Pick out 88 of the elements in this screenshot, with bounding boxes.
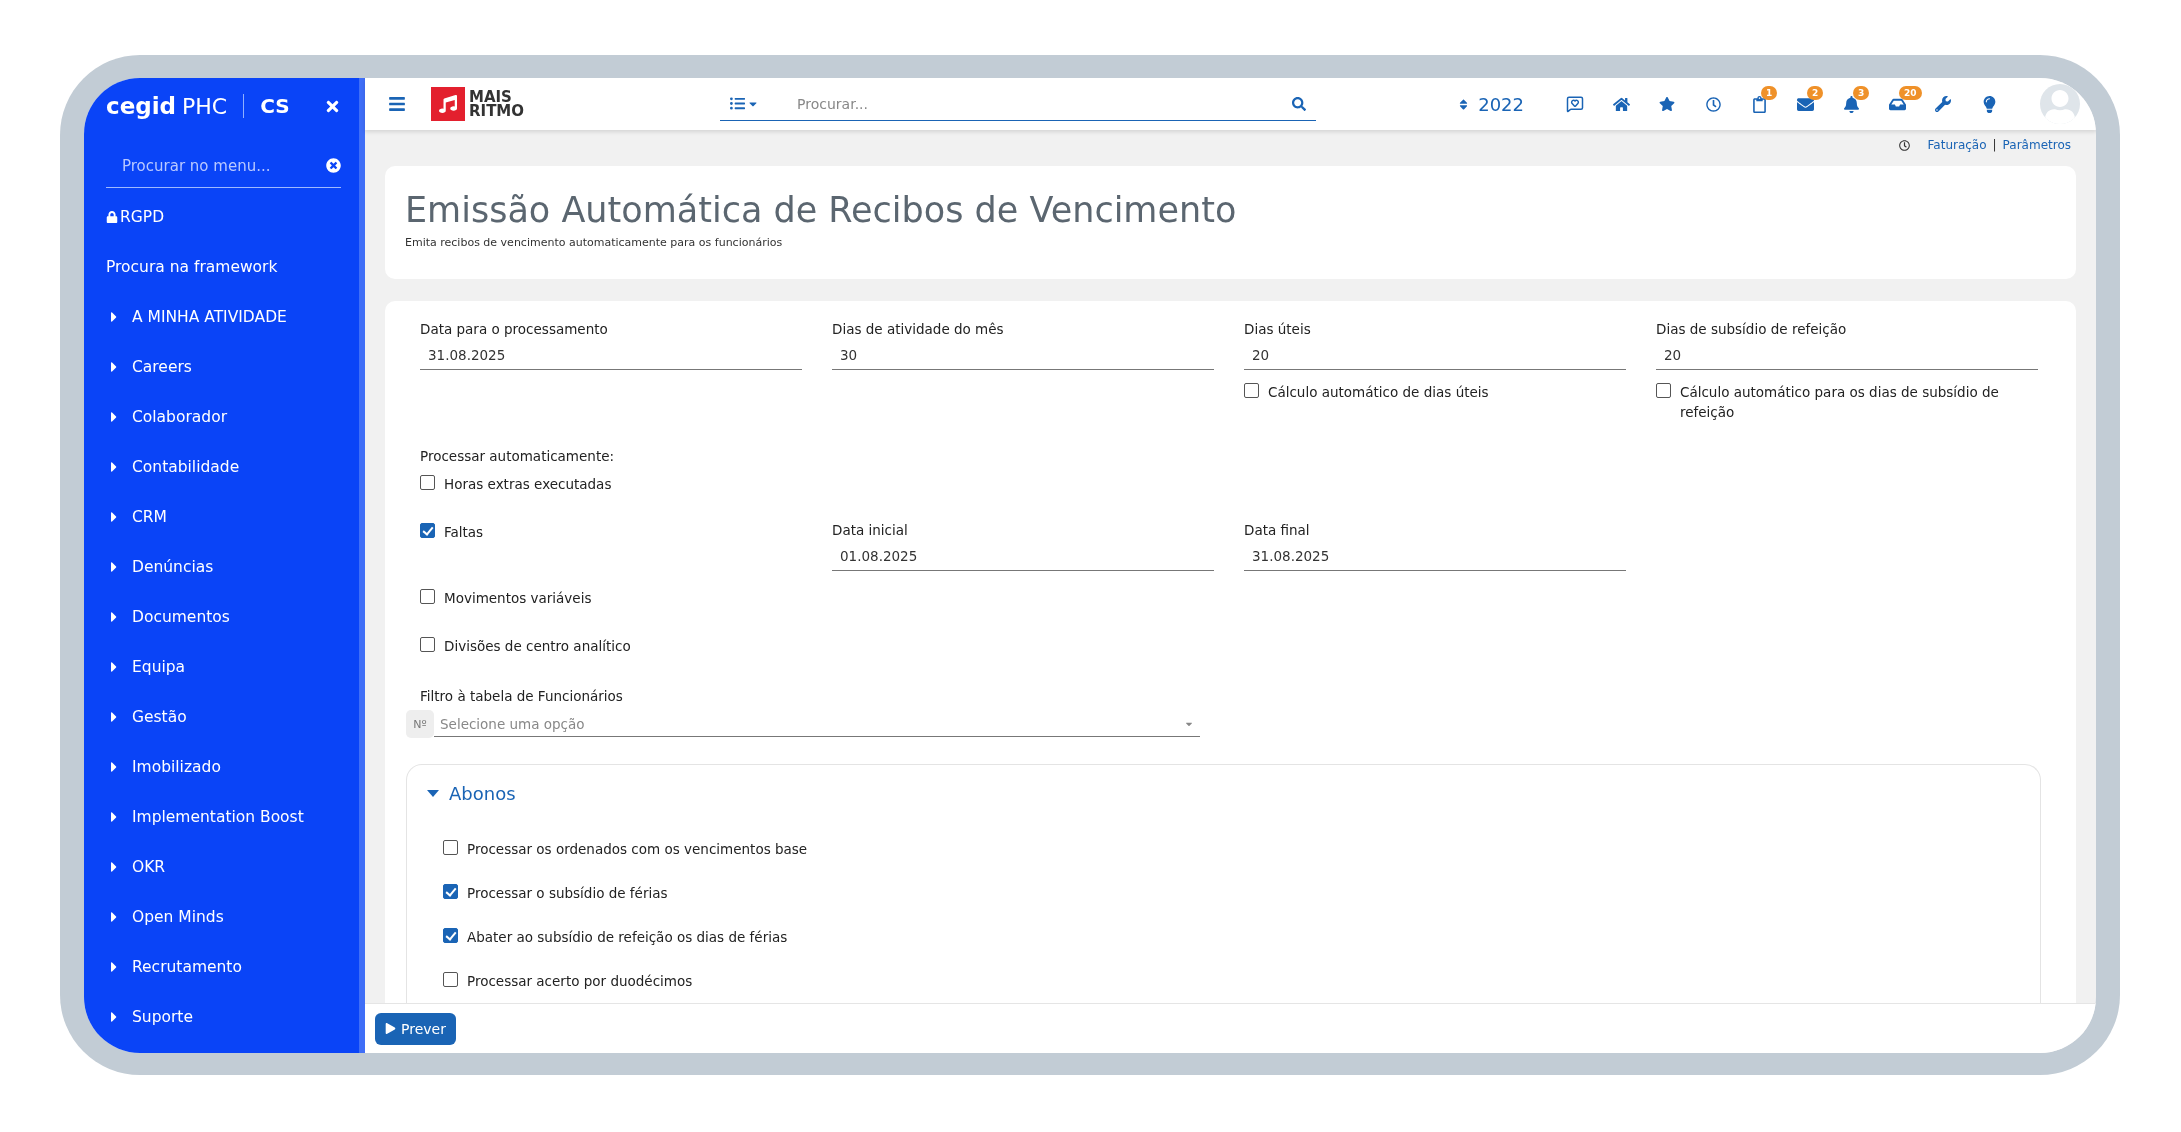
brand-edition: CS <box>260 94 291 118</box>
count-badge: 20 <box>1899 86 1922 100</box>
menu-item[interactable]: A MINHA ATIVIDADE <box>106 292 359 342</box>
clear-icon[interactable] <box>326 158 341 173</box>
menu-item[interactable]: Implementation Boost <box>106 792 359 842</box>
select-field[interactable]: Selecione uma opção <box>434 711 1200 737</box>
wrench-icon[interactable] <box>1935 96 1951 112</box>
menu-item[interactable]: Recrutamento <box>106 942 359 992</box>
user-silhouette-icon <box>2043 90 2077 124</box>
input-field[interactable]: 31.08.2025 <box>1244 540 1626 571</box>
menu-item[interactable]: Colaborador <box>106 392 359 442</box>
menu-item[interactable]: Contabilidade <box>106 442 359 492</box>
page-title: Emissão Automática de Recibos de Vencimento <box>405 190 1238 230</box>
music-note-icon <box>431 87 465 121</box>
checkbox[interactable] <box>443 840 458 855</box>
list-icon <box>730 96 746 111</box>
checkbox-label: Faltas <box>444 523 484 542</box>
checkbox[interactable] <box>443 972 458 987</box>
logo-text: MAIS RITMO <box>469 90 525 118</box>
number-prefix: Nº <box>406 710 434 738</box>
breadcrumb-link[interactable]: Faturação <box>1927 138 1987 152</box>
year-selector[interactable]: 2022 <box>1472 92 1530 116</box>
checkbox[interactable] <box>420 637 435 652</box>
count-badge: 1 <box>1761 86 1778 100</box>
brand-product: PHC <box>182 93 228 119</box>
checkbox-label: Processar o subsídio de férias <box>467 884 668 903</box>
count-badge: 2 <box>1807 86 1824 100</box>
breadcrumb-separator: | <box>1992 138 1997 152</box>
menu-item[interactable]: Careers <box>106 342 359 392</box>
menu-item[interactable]: CRM <box>106 492 359 542</box>
menu-item[interactable]: Denúncias <box>106 542 359 592</box>
menu-item[interactable]: Gestão <box>106 692 359 742</box>
menu-search-field[interactable]: Procurar no menu... <box>120 155 326 176</box>
checkbox-label: Divisões de centro analítico <box>444 637 631 656</box>
menu-item[interactable]: Documentos <box>106 592 359 642</box>
clock-icon[interactable] <box>1705 96 1721 112</box>
checkbox[interactable] <box>1244 383 1259 398</box>
lock-icon <box>106 211 118 223</box>
section-header[interactable]: Abonos <box>427 783 516 804</box>
caret-icon <box>427 790 439 797</box>
menu-item[interactable]: Imobilizado <box>106 742 359 792</box>
checkbox[interactable] <box>1656 383 1671 398</box>
input-field[interactable]: 20 <box>1244 339 1626 370</box>
field-label: Data inicial <box>832 522 909 538</box>
checkbox-label: Cálculo automático de dias úteis <box>1268 383 1489 402</box>
count-badge: 3 <box>1853 86 1870 100</box>
input-field[interactable]: 30 <box>832 339 1214 370</box>
checkbox-label: Cálculo automático para os dias de subsídio de refeição <box>1680 383 2000 422</box>
menu-item[interactable]: Equipa <box>106 642 359 692</box>
field-label: Data final <box>1244 522 1311 538</box>
mail-icon[interactable] <box>1796 95 1814 113</box>
checkbox[interactable] <box>443 884 458 899</box>
menu-item[interactable]: RGPD <box>106 192 359 242</box>
group-label: Processar automaticamente: <box>420 448 616 464</box>
field-label: Dias de subsídio de refeição <box>1656 321 1848 337</box>
star-icon[interactable] <box>1659 96 1675 112</box>
checkbox-label: Abater ao subsídio de refeição os dias de férias <box>467 928 788 947</box>
field-label: Data para o processamento <box>420 321 609 337</box>
heart-message-icon[interactable] <box>1566 95 1584 113</box>
field-label: Filtro à tabela de Funcionários <box>420 688 624 704</box>
preview-button[interactable]: Prever <box>375 1012 456 1045</box>
menu-icon[interactable] <box>388 95 406 113</box>
breadcrumb-link[interactable]: Parâmetros <box>2002 138 2071 152</box>
clock-icon <box>1898 139 1910 151</box>
input-field[interactable]: 31.08.2025 <box>420 339 802 370</box>
input-field[interactable]: 20 <box>1656 339 2038 370</box>
play-icon <box>385 1023 396 1034</box>
home-icon[interactable] <box>1612 95 1630 113</box>
clipboard-icon[interactable] <box>1750 95 1768 113</box>
bell-icon[interactable] <box>1842 95 1860 113</box>
field-label: Dias de atividade do mês <box>832 321 1005 337</box>
brand-name: cegid <box>106 93 177 119</box>
search-icon[interactable] <box>1292 96 1307 111</box>
menu-item[interactable]: Suporte <box>106 992 359 1042</box>
checkbox[interactable] <box>420 475 435 490</box>
checkbox-label: Movimentos variáveis <box>444 589 592 608</box>
field-label: Dias úteis <box>1244 321 1312 337</box>
checkbox[interactable] <box>443 928 458 943</box>
menu-item[interactable]: Procura na framework <box>106 242 359 292</box>
checkbox[interactable] <box>420 523 435 538</box>
checkbox-label: Processar os ordenados com os vencimentos base <box>467 840 808 859</box>
input-field[interactable]: 01.08.2025 <box>832 540 1214 571</box>
menu-item[interactable]: OKR <box>106 842 359 892</box>
checkbox-label: Processar acerto por duodécimos <box>467 972 693 991</box>
menu-item[interactable]: Open Minds <box>106 892 359 942</box>
checkbox[interactable] <box>420 589 435 604</box>
page-subtitle: Emita recibos de vencimento automaticamente para os funcionários <box>405 236 784 249</box>
checkbox-label: Horas extras executadas <box>444 475 612 494</box>
